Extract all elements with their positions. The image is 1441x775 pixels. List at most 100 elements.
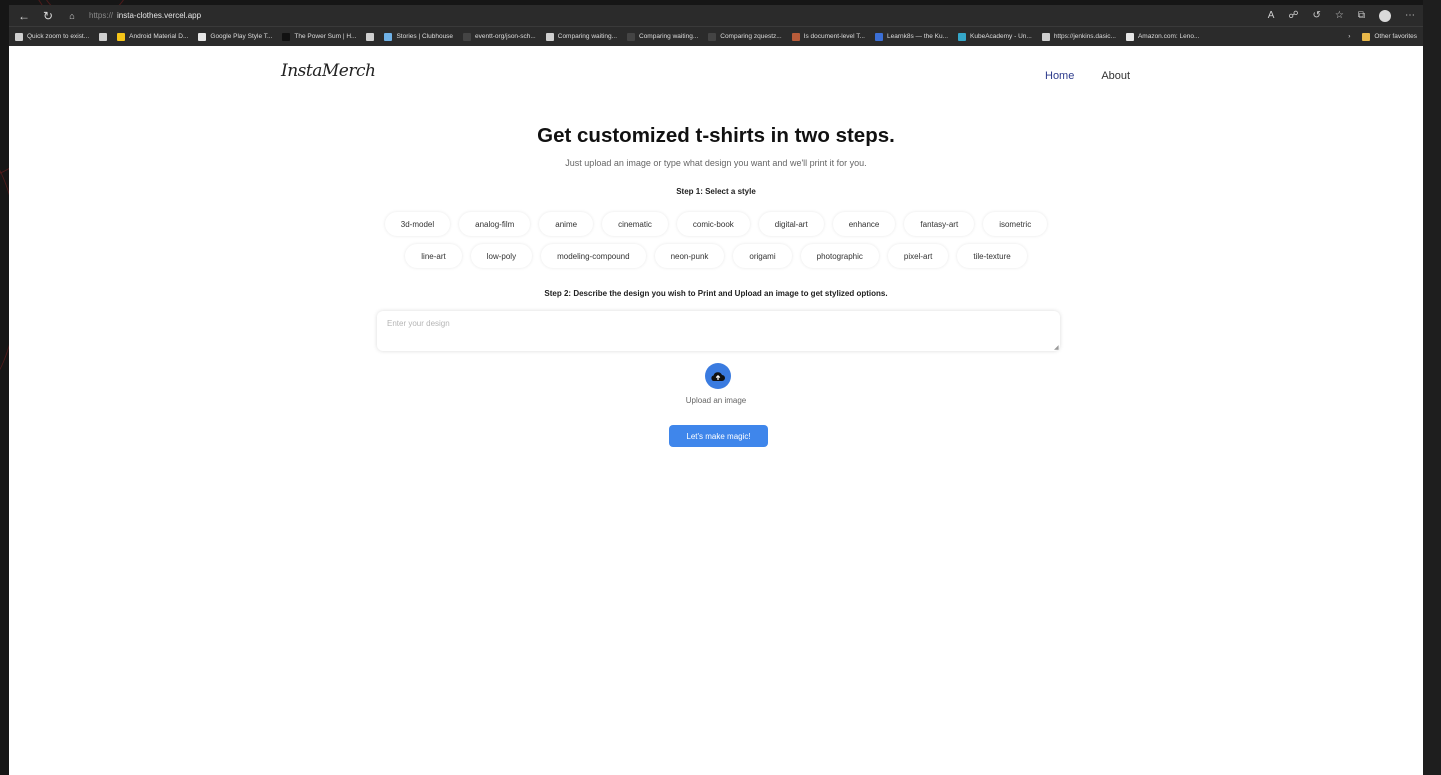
bookmark-favicon-icon <box>708 32 717 41</box>
browser-actions: A ☍ ↺ ☆ ⧉ ⋯ <box>1268 9 1415 22</box>
bookmarks-bar: Quick zoom to exist... Android Material D… <box>9 26 1423 46</box>
top-navigation: Home About <box>1045 70 1130 82</box>
url-host: insta-clothes.vercel.app <box>117 11 202 20</box>
bookmark-favicon-icon <box>874 32 883 41</box>
make-magic-button[interactable]: Let's make magic! <box>669 425 768 447</box>
style-chip-analog-film[interactable]: analog-film <box>459 212 531 236</box>
bookmark-favicon-icon <box>99 32 108 41</box>
style-chip-modeling-compound[interactable]: modeling-compound <box>541 244 646 268</box>
style-chip-fantasy-art[interactable]: fantasy-art <box>904 212 975 236</box>
folder-icon <box>1362 32 1371 41</box>
style-chip-anime[interactable]: anime <box>539 212 594 236</box>
bookmark-label: Amazon.com: Leno... <box>1137 33 1200 40</box>
desktop-edge <box>1423 0 1441 775</box>
style-chip-3d-model[interactable]: 3d-model <box>384 212 451 236</box>
address-bar[interactable]: https://insta-clothes.vercel.app <box>89 11 201 20</box>
bookmark-favicon-icon <box>958 32 967 41</box>
bookmark-item[interactable]: Stories | Clubhouse <box>384 32 454 41</box>
bookmark-favicon-icon <box>1041 32 1050 41</box>
style-chip-row-1: 3d-model analog-film anime cinematic comic-b… <box>9 212 1423 236</box>
style-chip-enhance[interactable]: enhance <box>832 212 896 236</box>
bookmark-favicon-icon <box>1125 32 1134 41</box>
site-logo[interactable]: InstaMerch <box>281 61 376 81</box>
bookmark-favicon-icon <box>627 32 635 41</box>
style-chip-comic-book[interactable]: comic-book <box>676 212 750 236</box>
bookmark-favicon-icon <box>15 32 23 41</box>
bookmark-favicon-icon <box>117 32 126 41</box>
web-page: InstaMerch Home About Get customized t-s… <box>9 46 1423 775</box>
bookmark-item[interactable]: The Power Sum | H... <box>282 32 357 41</box>
style-chip-isometric[interactable]: isometric <box>983 212 1048 236</box>
more-menu-icon[interactable]: ⋯ <box>1405 10 1415 21</box>
bookmark-item[interactable]: Is document-level T... <box>791 32 865 41</box>
extensions-icon[interactable]: ☍ <box>1288 10 1298 21</box>
nav-home[interactable]: Home <box>1045 70 1074 82</box>
style-chip-photographic[interactable]: photographic <box>800 244 879 268</box>
style-chip-origami[interactable]: origami <box>733 244 792 268</box>
browser-window: ← ↻ ⌂ https://insta-clothes.vercel.app A… <box>9 5 1423 775</box>
bookmark-item[interactable]: eventt-org/json-sch... <box>463 32 536 41</box>
design-input[interactable] <box>377 311 1060 351</box>
bookmark-favicon-icon <box>791 32 800 41</box>
bookmark-label: KubeAcademy - Un... <box>970 33 1032 40</box>
bookmark-label: Stories | Clubhouse <box>396 33 454 40</box>
bookmark-label: The Power Sum | H... <box>294 33 357 40</box>
bookmark-item[interactable]: Comparing zquestz... <box>708 32 782 41</box>
bookmark-label: https://jenkins.dasic... <box>1053 33 1116 40</box>
bookmark-label: Quick zoom to exist... <box>27 33 90 40</box>
bookmark-item[interactable]: Comparing waiting... <box>545 32 617 41</box>
step1-label: Step 1: Select a style <box>676 187 756 196</box>
bookmark-label: eventt-org/json-sch... <box>475 33 536 40</box>
cloud-upload-icon <box>711 371 725 381</box>
page-subtitle: Just upload an image or type what design… <box>565 158 867 168</box>
bookmark-favicon-icon <box>282 32 291 41</box>
favorites-star-icon[interactable]: ☆ <box>1335 10 1344 21</box>
browser-toolbar: ← ↻ ⌂ https://insta-clothes.vercel.app A… <box>9 5 1423 26</box>
upload-label: Upload an image <box>685 396 747 405</box>
bookmark-item[interactable] <box>366 32 375 41</box>
style-chip-tile-texture[interactable]: tile-texture <box>957 244 1027 268</box>
bookmark-item[interactable]: Learnk8s — the Ku... <box>874 32 949 41</box>
bookmarks-overflow: › Other favorites <box>1348 32 1417 41</box>
refresh-extension-icon[interactable]: ↺ <box>1313 10 1321 21</box>
style-chip-row-2: line-art low-poly modeling-compound neon-pu… <box>9 244 1423 268</box>
url-protocol: https:// <box>89 11 114 20</box>
bookmark-item[interactable]: KubeAcademy - Un... <box>958 32 1032 41</box>
chevron-right-icon[interactable]: › <box>1348 33 1350 40</box>
page-title: Get customized t-shirts in two steps. <box>537 124 895 147</box>
bookmark-favicon-icon <box>384 32 393 41</box>
other-favorites-label: Other favorites <box>1374 33 1417 40</box>
bookmark-label: Is document-level T... <box>803 33 865 40</box>
bookmark-label: Google Play Style T... <box>210 33 273 40</box>
back-arrow-icon[interactable]: ← <box>17 9 31 23</box>
bookmark-item[interactable]: Amazon.com: Leno... <box>1125 32 1200 41</box>
bookmark-item[interactable]: Google Play Style T... <box>198 32 273 41</box>
style-chip-digital-art[interactable]: digital-art <box>758 212 824 236</box>
step2-label: Step 2: Describe the design you wish to … <box>544 289 888 298</box>
bookmark-favicon-icon <box>545 32 554 41</box>
bookmark-item[interactable] <box>99 32 108 41</box>
refresh-icon[interactable]: ↻ <box>41 9 55 23</box>
bookmark-favicon-icon <box>463 32 472 41</box>
resize-grip-icon[interactable]: ◢ <box>1054 344 1059 351</box>
other-favorites[interactable]: Other favorites <box>1362 32 1417 41</box>
style-chip-pixel-art[interactable]: pixel-art <box>887 244 949 268</box>
bookmark-favicon-icon <box>198 32 207 41</box>
bookmark-item[interactable]: Quick zoom to exist... <box>15 32 90 41</box>
bookmark-label: Learnk8s — the Ku... <box>886 33 949 40</box>
profile-avatar[interactable] <box>1379 9 1391 22</box>
upload-button[interactable] <box>705 363 731 389</box>
bookmark-item[interactable]: Comparing waiting... <box>627 32 699 41</box>
bookmark-label: Android Material D... <box>129 33 189 40</box>
read-aloud-icon[interactable]: A <box>1268 10 1275 21</box>
lock-icon[interactable]: ⌂ <box>65 11 79 21</box>
style-chip-low-poly[interactable]: low-poly <box>470 244 533 268</box>
bookmark-item[interactable]: Android Material D... <box>117 32 189 41</box>
style-chip-neon-punk[interactable]: neon-punk <box>654 244 725 268</box>
style-chip-cinematic[interactable]: cinematic <box>602 212 668 236</box>
bookmark-label: Comparing waiting... <box>639 33 699 40</box>
nav-about[interactable]: About <box>1101 70 1130 82</box>
bookmark-item[interactable]: https://jenkins.dasic... <box>1041 32 1116 41</box>
collections-icon[interactable]: ⧉ <box>1358 10 1365 21</box>
style-chip-line-art[interactable]: line-art <box>405 244 462 268</box>
